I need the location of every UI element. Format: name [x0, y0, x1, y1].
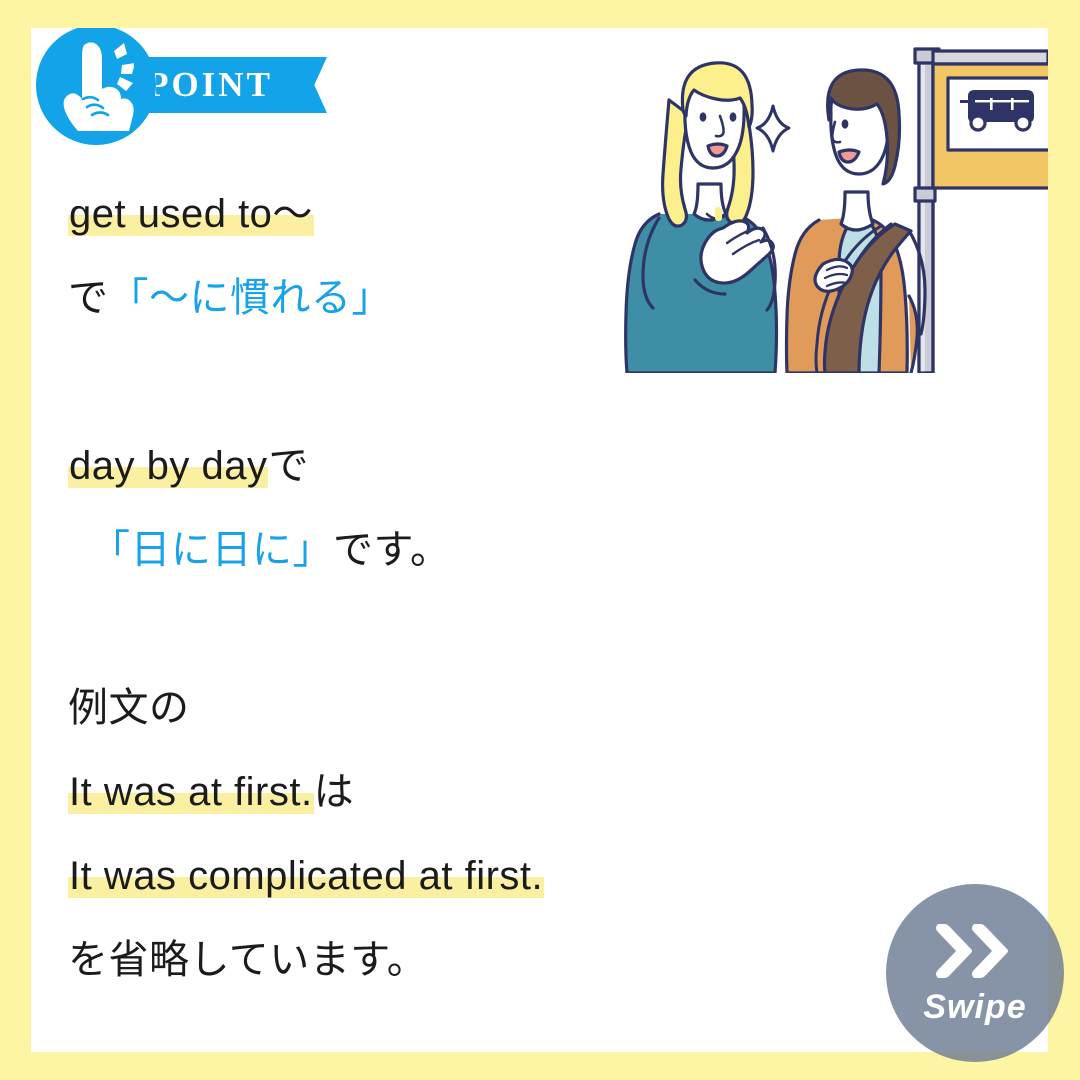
highlight-it-was-complicated-at-first: It was complicated at first. — [68, 854, 545, 898]
line2-blue-translation: 「〜に慣れる」 — [108, 276, 392, 320]
point-badge: POINT — [31, 28, 348, 168]
text-line-3: day by dayで — [68, 424, 768, 508]
swipe-label: Swipe — [923, 987, 1027, 1026]
sparkle-icon — [755, 104, 791, 153]
swipe-button[interactable]: Swipe — [886, 884, 1064, 1062]
pointing-finger-icon — [63, 42, 134, 131]
line3-suffix: で — [268, 444, 309, 488]
double-chevron-right-icon — [936, 923, 1008, 978]
highlight-day-by-day: day by day — [68, 444, 269, 488]
line4-suffix: です。 — [333, 528, 451, 572]
text-line-6: It was at first.は — [68, 750, 768, 834]
content-card: POINT get used to〜 で「〜に慣れる」 day by dayで … — [31, 28, 1048, 1052]
lesson-text-body: get used to〜 で「〜に慣れる」 day by dayで 「日に日に」… — [68, 172, 768, 1002]
brunette-woman-figure — [784, 68, 927, 373]
bus-stop-sign-icon — [913, 47, 1048, 373]
point-circle — [36, 28, 156, 145]
text-line-1: get used to〜 — [68, 172, 768, 256]
text-line-7: It was complicated at first. — [68, 834, 768, 918]
highlight-get-used-to: get used to〜 — [68, 192, 314, 236]
text-line-8: を省略しています。 — [68, 938, 428, 982]
line2-prefix: で — [68, 276, 109, 320]
highlight-it-was-at-first: It was at first. — [68, 770, 314, 814]
text-line-2: で「〜に慣れる」 — [68, 256, 768, 340]
line6-suffix: は — [313, 770, 355, 814]
text-line-5: 例文の — [68, 686, 190, 730]
line4-blue-translation: 「日に日に」 — [90, 528, 333, 572]
text-line-4: 「日に日に」です。 — [68, 508, 768, 592]
